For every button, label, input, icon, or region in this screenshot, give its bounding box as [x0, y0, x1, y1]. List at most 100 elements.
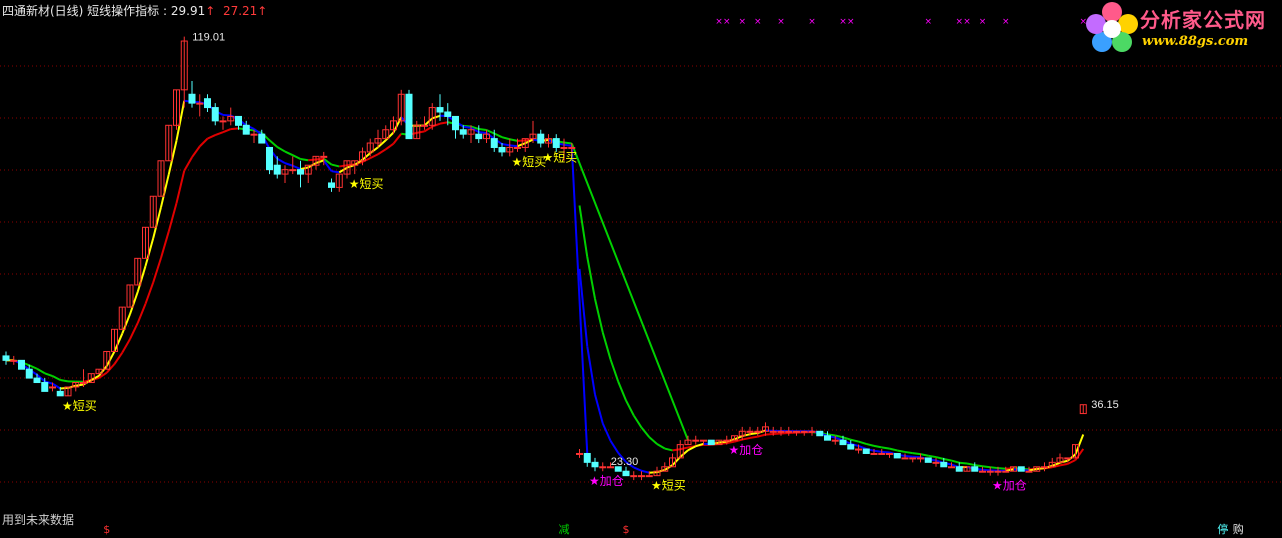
- slow-line-segment: [44, 372, 53, 377]
- fast-line-segment: [129, 291, 139, 315]
- candle-body: [514, 146, 521, 149]
- candle-body: [886, 452, 893, 455]
- watermark-logo: 分析家公式网 www.88gs.com: [1082, 0, 1282, 58]
- slow-line-segment: [935, 456, 944, 460]
- candle-body: [41, 382, 49, 392]
- candle-body: [552, 138, 560, 148]
- candle-body: [33, 377, 41, 384]
- top-cross-marker: ×: [955, 17, 963, 27]
- fast-line-segment: [431, 114, 441, 120]
- candle-body: [878, 452, 886, 455]
- slow-line-segment: [586, 256, 596, 300]
- fast-line-segment: [594, 394, 604, 424]
- candle-body: [421, 124, 428, 127]
- fast-line-segment: [331, 170, 340, 174]
- fast-line-segment: [423, 117, 433, 127]
- candle-body: [80, 382, 87, 385]
- fast-line-segment: [152, 206, 162, 239]
- buy-signal-label: ★短买: [543, 150, 578, 164]
- fast-line-segment: [873, 449, 882, 453]
- fast-line-segment: [136, 265, 147, 293]
- slow-line-segment: [423, 125, 433, 133]
- price-label: 119.01: [192, 32, 225, 44]
- slow-line-segment: [377, 148, 387, 156]
- candle-body: [537, 133, 545, 144]
- fast-line-segment: [121, 313, 131, 335]
- up-arrow-icon: ↑: [205, 4, 216, 18]
- add-position-label: ★加仓: [992, 479, 1027, 493]
- candle-body: [568, 146, 576, 149]
- top-cross-marker: ×: [808, 17, 816, 27]
- top-cross-marker: ×: [738, 17, 746, 27]
- slow-line-segment: [889, 447, 898, 452]
- fast-line-segment: [113, 333, 124, 352]
- candle-body: [746, 430, 754, 433]
- fast-line-segment: [284, 162, 294, 167]
- candle-body: [917, 457, 924, 460]
- candle-body: [242, 124, 250, 135]
- slow-line-segment: [315, 157, 324, 161]
- candle-body: [622, 470, 630, 477]
- candle-body: [459, 129, 467, 135]
- candle-body: [49, 386, 56, 389]
- top-cross-marker: ×: [777, 17, 785, 27]
- top-cross-marker: ×: [924, 17, 932, 27]
- slow-line-segment: [136, 303, 147, 324]
- fast-line-segment: [167, 140, 178, 175]
- candle-body: [25, 368, 33, 379]
- slow-line-segment: [773, 432, 782, 435]
- candle-body: [979, 470, 986, 473]
- candle-body: [839, 439, 847, 446]
- candle-body: [599, 466, 607, 469]
- top-cross-marker: ×: [723, 17, 731, 27]
- candle-body: [793, 430, 800, 433]
- slow-line-segment: [392, 133, 403, 145]
- top-cross-marker: ×: [839, 17, 847, 27]
- candle-body: [870, 452, 878, 455]
- candle-body: [630, 475, 638, 478]
- candle-body: [994, 470, 1002, 473]
- slow-line-segment: [207, 134, 216, 140]
- slow-line-segment: [563, 141, 572, 145]
- fast-line-segment: [641, 469, 650, 474]
- slow-line-segment: [904, 450, 913, 455]
- candle-body: [475, 133, 483, 140]
- slow-line-segment: [928, 454, 937, 459]
- slow-line-segment: [284, 150, 294, 157]
- slow-line-segment: [974, 464, 983, 468]
- candle-body: [808, 430, 816, 433]
- fast-line-segment: [664, 464, 674, 471]
- fast-line-segment: [315, 159, 325, 165]
- slow-line-segment: [648, 436, 658, 445]
- slow-line-segment: [757, 433, 766, 438]
- slow-line-segment: [167, 202, 178, 232]
- candle-body: [56, 390, 64, 397]
- buy-signal-label: ★短买: [349, 177, 384, 191]
- slow-line-segment: [1059, 462, 1068, 467]
- candle-body: [893, 452, 901, 459]
- slow-line-segment: [625, 400, 635, 416]
- candle-body: [769, 430, 777, 433]
- slow-line-segment: [129, 322, 139, 340]
- slow-line-segment: [121, 338, 131, 354]
- candle-body: [1002, 470, 1010, 473]
- slow-line-segment: [331, 163, 340, 168]
- buy-signal-label: ★短买: [62, 399, 97, 413]
- fast-line-segment: [563, 143, 572, 147]
- header-value-2: 27.21: [222, 4, 258, 18]
- slow-line-segment: [36, 367, 46, 375]
- candle-body: [444, 111, 452, 117]
- fast-line-segment: [982, 468, 991, 472]
- candle-body: [490, 138, 498, 148]
- slow-line-segment: [152, 257, 162, 283]
- fast-line-segment: [749, 432, 758, 436]
- candle-body: [560, 146, 568, 149]
- candle-body: [436, 107, 444, 113]
- fast-line-segment: [478, 131, 487, 134]
- slow-line-segment: [742, 436, 751, 441]
- candle-body: [204, 98, 211, 109]
- add-position-label: ★加仓: [589, 474, 624, 488]
- candle-body: [855, 448, 862, 451]
- candle-body: [785, 430, 793, 433]
- fast-line-segment: [222, 113, 231, 117]
